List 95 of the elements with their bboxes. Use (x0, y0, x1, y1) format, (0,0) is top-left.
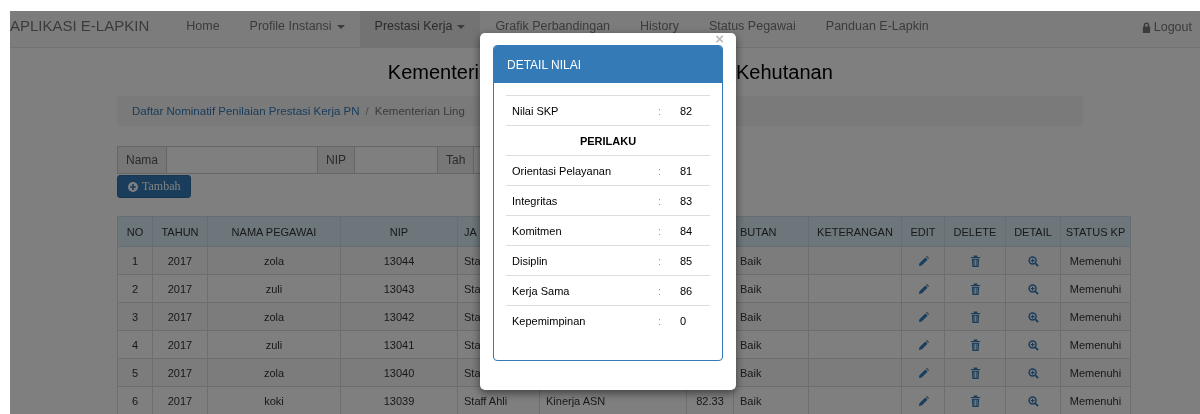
breadcrumb-current: Kementerian Ling (374, 105, 465, 117)
zoom-in-icon[interactable] (1027, 255, 1039, 267)
pencil-icon[interactable] (917, 255, 929, 267)
pencil-icon[interactable] (917, 311, 929, 323)
zoom-in-icon[interactable] (1027, 367, 1039, 379)
nav-item[interactable]: Panduan E-Lapkin (810, 18, 944, 33)
section-heading: PERILAKU (579, 134, 637, 147)
nav-item[interactable]: Profile Instansi (234, 18, 360, 33)
score-separator: : (658, 254, 663, 267)
table-cell: Memenuhi (1060, 274, 1131, 303)
trash-icon[interactable] (969, 395, 981, 408)
score-label: Orientasi Pelayanan (512, 164, 613, 177)
zoom-in-icon[interactable] (1027, 311, 1039, 323)
zoom-in-icon[interactable] (1027, 395, 1039, 407)
breadcrumb-link[interactable]: Daftar Nominatif Penilaian Prestasi Kerja PN (132, 105, 360, 117)
column-header: STATUS KP (1060, 216, 1131, 247)
filter-label: Tah (437, 146, 475, 174)
score-value: 84 (680, 224, 694, 237)
table-cell: 1 (117, 246, 153, 275)
table-cell: Memenuhi (1060, 302, 1131, 331)
column-header: DELETE (944, 216, 1006, 247)
column-header: BUTAN (733, 216, 809, 247)
trash-icon[interactable] (969, 283, 981, 296)
table-cell: 4 (117, 330, 153, 359)
table-cell: 3 (117, 302, 153, 331)
table-cell: 5 (117, 358, 153, 387)
table-cell: 13042 (340, 302, 458, 331)
zoom-in-icon[interactable] (1027, 283, 1039, 295)
nav-item[interactable]: Prestasi Kerja (359, 11, 481, 48)
close-button[interactable]: × (715, 33, 724, 44)
page-title: Kehutanan (736, 60, 834, 84)
trash-icon[interactable] (969, 311, 981, 324)
table-cell: 13044 (340, 246, 458, 275)
table-cell: 2017 (152, 330, 208, 359)
brand-title[interactable]: APLIKASI E-LAPKIN (10, 18, 172, 34)
score-value: 82 (680, 104, 694, 117)
column-header: DETAIL (1005, 216, 1061, 247)
score-separator: : (658, 284, 663, 297)
caret-icon (336, 24, 345, 29)
trash-icon[interactable] (969, 367, 981, 380)
trash-icon[interactable] (969, 339, 981, 352)
add-button[interactable]: Tambah (117, 175, 192, 198)
score-value: 81 (680, 164, 694, 177)
filter-input[interactable] (355, 146, 438, 174)
score-separator: : (658, 314, 663, 327)
panel-title: DETAIL NILAI (507, 57, 582, 72)
table-cell: 13043 (340, 274, 458, 303)
breadcrumb-separator: / (365, 105, 369, 117)
table-cell: Memenuhi (1060, 330, 1131, 359)
score-label: Integritas (512, 194, 559, 207)
table-cell: 6 (117, 386, 153, 414)
table-cell: zuli (207, 274, 341, 303)
filter-label: NIP (317, 146, 356, 174)
trash-icon[interactable] (969, 255, 981, 268)
nav-item[interactable]: History (625, 18, 694, 33)
pencil-icon[interactable] (917, 367, 929, 379)
logout-link[interactable]: Logout (1141, 18, 1200, 34)
score-label: Nilai SKP (512, 104, 560, 117)
nav-item[interactable]: Grafik Perbandingan (480, 18, 626, 33)
table-cell: zola (207, 358, 341, 387)
column-header: EDIT (901, 216, 945, 247)
lock-icon (1141, 21, 1151, 33)
score-value: 83 (680, 194, 694, 207)
table-cell: zola (207, 302, 341, 331)
column-header: NO (117, 216, 153, 247)
column-header: TAHUN (152, 216, 208, 247)
caret-icon (457, 25, 466, 29)
column-header: NAMA PEGAWAI (207, 216, 341, 247)
table-cell: Memenuhi (1060, 246, 1131, 275)
nav-item[interactable]: Status Pegawai (693, 18, 811, 33)
zoom-in-icon[interactable] (1027, 339, 1039, 351)
table-cell: zola (207, 246, 341, 275)
plus-circle-icon (128, 181, 138, 192)
table-cell: zuli (207, 330, 341, 359)
score-value: 85 (680, 254, 694, 267)
pencil-icon[interactable] (917, 339, 929, 351)
score-separator: : (658, 104, 663, 117)
column-header: KETERANGAN (808, 216, 902, 247)
table-cell: 2017 (152, 274, 208, 303)
filter-input[interactable] (167, 146, 317, 174)
table-cell: 13041 (340, 330, 458, 359)
score-value: 0 (680, 314, 688, 327)
column-header: NIP (340, 216, 458, 247)
table-cell: 13040 (340, 358, 458, 387)
filter-label: Nama (117, 146, 167, 174)
table-cell: 2 (117, 274, 153, 303)
score-separator: : (658, 194, 663, 207)
pencil-icon[interactable] (917, 395, 929, 407)
table-cell: Memenuhi (1060, 358, 1131, 387)
score-separator: : (658, 164, 663, 177)
score-value: 86 (680, 284, 694, 297)
page-title: Kementeri (386, 60, 479, 84)
score-separator: : (658, 224, 663, 237)
nav-item[interactable]: Home (171, 18, 235, 33)
pencil-icon[interactable] (917, 283, 929, 295)
